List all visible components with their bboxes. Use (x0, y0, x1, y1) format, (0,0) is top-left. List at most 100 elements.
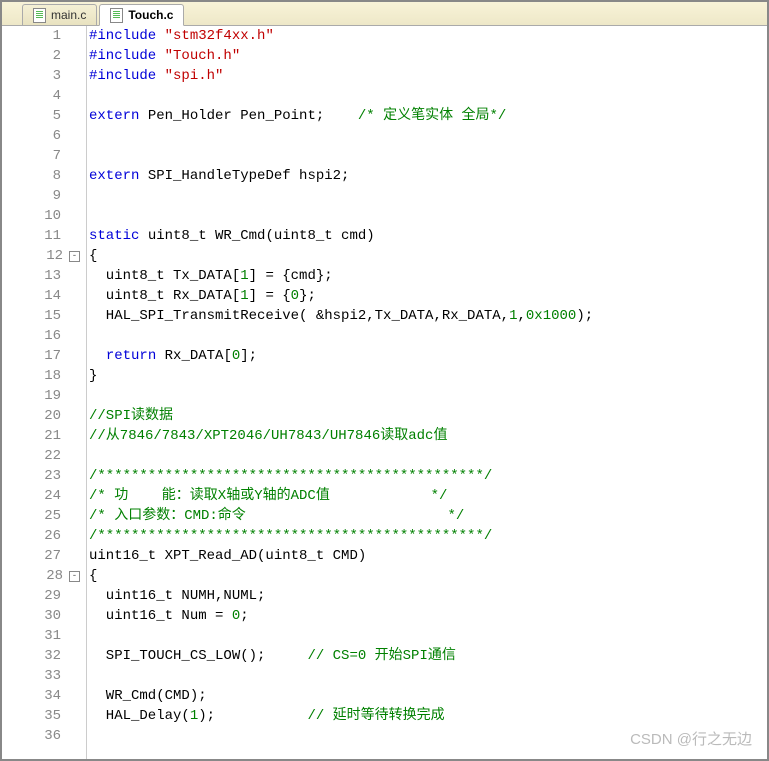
code-line[interactable]: uint8_t Tx_DATA[1] = {cmd}; (89, 266, 767, 286)
gutter-line: 28- (2, 566, 86, 586)
code-token: ); (198, 708, 307, 724)
code-token: ); (576, 308, 593, 324)
code-line[interactable] (89, 86, 767, 106)
code-line[interactable]: uint16_t XPT_Read_AD(uint8_t CMD) (89, 546, 767, 566)
code-token: ] = {cmd}; (249, 268, 333, 284)
code-token: /* 定义笔实体 全局*/ (358, 108, 506, 124)
gutter-line: 5 (2, 106, 86, 126)
tab-main-c[interactable]: main.c (22, 4, 97, 25)
code-token: uint8_t WR_Cmd(uint8_t cmd) (139, 228, 374, 244)
gutter-line: 16 (2, 326, 86, 346)
gutter-line: 10 (2, 206, 86, 226)
line-number: 36 (17, 728, 67, 744)
gutter-line: 11 (2, 226, 86, 246)
line-number: 31 (17, 628, 67, 644)
code-line[interactable]: extern SPI_HandleTypeDef hspi2; (89, 166, 767, 186)
code-line[interactable]: #include "stm32f4xx.h" (89, 26, 767, 46)
gutter-line: 17 (2, 346, 86, 366)
code-line[interactable] (89, 666, 767, 686)
code-line[interactable]: #include "Touch.h" (89, 46, 767, 66)
code-token: // CS=0 开始SPI通信 (307, 648, 455, 664)
code-line[interactable]: HAL_SPI_TransmitReceive( &hspi2,Tx_DATA,… (89, 306, 767, 326)
code-line[interactable]: extern Pen_Holder Pen_Point; /* 定义笔实体 全局… (89, 106, 767, 126)
code-token: HAL_Delay( (89, 708, 190, 724)
code-token: //从7846/7843/XPT2046/UH7843/UH7846读取adc值 (89, 428, 447, 444)
code-token: #include (89, 48, 165, 64)
code-line[interactable] (89, 126, 767, 146)
gutter-line: 33 (2, 666, 86, 686)
code-line[interactable] (89, 326, 767, 346)
code-token: return (106, 348, 156, 364)
code-line[interactable]: /* 入口参数：CMD:命令 */ (89, 506, 767, 526)
code-line[interactable]: /***************************************… (89, 466, 767, 486)
code-line[interactable]: #include "spi.h" (89, 66, 767, 86)
tab-touch-c[interactable]: Touch.c (99, 4, 184, 26)
code-line[interactable]: SPI_TOUCH_CS_LOW(); // CS=0 开始SPI通信 (89, 646, 767, 666)
gutter-line: 34 (2, 686, 86, 706)
code-line[interactable]: { (89, 566, 767, 586)
code-line[interactable]: //从7846/7843/XPT2046/UH7843/UH7846读取adc值 (89, 426, 767, 446)
code-token: /* 入口参数：CMD:命令 */ (89, 508, 464, 524)
code-line[interactable] (89, 206, 767, 226)
code-line[interactable]: HAL_Delay(1); // 延时等待转换完成 (89, 706, 767, 726)
code-line[interactable]: WR_Cmd(CMD); (89, 686, 767, 706)
code-line[interactable] (89, 446, 767, 466)
code-line[interactable]: uint16_t NUMH,NUML; (89, 586, 767, 606)
code-line[interactable] (89, 186, 767, 206)
code-token: SPI_TOUCH_CS_LOW(); (89, 648, 307, 664)
code-line[interactable]: /***************************************… (89, 526, 767, 546)
code-line[interactable] (89, 386, 767, 406)
fold-toggle[interactable]: - (69, 251, 80, 262)
gutter-line: 22 (2, 446, 86, 466)
code-line[interactable] (89, 146, 767, 166)
code-token: } (89, 368, 97, 384)
code-token: uint16_t XPT_Read_AD(uint8_t CMD) (89, 548, 366, 564)
code-token: 1 (240, 268, 248, 284)
line-number: 17 (17, 348, 67, 364)
gutter-line: 15 (2, 306, 86, 326)
code-line[interactable]: //SPI读数据 (89, 406, 767, 426)
code-token: uint16_t Num = (89, 608, 232, 624)
code-token: }; (299, 288, 316, 304)
code-token: static (89, 228, 139, 244)
code-line[interactable]: return Rx_DATA[0]; (89, 346, 767, 366)
line-number: 21 (17, 428, 67, 444)
fold-toggle[interactable]: - (69, 571, 80, 582)
line-number: 34 (17, 688, 67, 704)
code-token: , (517, 308, 525, 324)
file-icon (33, 8, 46, 23)
code-token: { (89, 568, 97, 584)
line-number-gutter: 123456789101112-131415161718192021222324… (2, 26, 87, 759)
code-line[interactable]: { (89, 246, 767, 266)
gutter-line: 26 (2, 526, 86, 546)
code-token: 0 (291, 288, 299, 304)
line-number: 1 (17, 28, 67, 44)
code-token: uint16_t NUMH,NUML; (89, 588, 265, 604)
code-content[interactable]: #include "stm32f4xx.h"#include "Touch.h"… (87, 26, 767, 759)
code-token: SPI_HandleTypeDef hspi2; (139, 168, 349, 184)
code-token: 1 (240, 288, 248, 304)
line-number: 16 (17, 328, 67, 344)
code-line[interactable]: uint8_t Rx_DATA[1] = {0}; (89, 286, 767, 306)
code-line[interactable] (89, 626, 767, 646)
line-number: 13 (17, 268, 67, 284)
code-line[interactable]: uint16_t Num = 0; (89, 606, 767, 626)
tab-bar: main.cTouch.c (2, 2, 767, 26)
code-line[interactable]: } (89, 366, 767, 386)
code-token: ; (240, 608, 248, 624)
code-token: "stm32f4xx.h" (165, 28, 274, 44)
code-line[interactable]: static uint8_t WR_Cmd(uint8_t cmd) (89, 226, 767, 246)
gutter-line: 35 (2, 706, 86, 726)
gutter-line: 9 (2, 186, 86, 206)
code-token: #include (89, 68, 165, 84)
line-number: 18 (17, 368, 67, 384)
gutter-line: 2 (2, 46, 86, 66)
code-token: HAL_SPI_TransmitReceive( &hspi2,Tx_DATA,… (89, 308, 509, 324)
line-number: 27 (17, 548, 67, 564)
code-token: 0 (232, 608, 240, 624)
code-line[interactable]: /* 功 能：读取X轴或Y轴的ADC值 */ (89, 486, 767, 506)
gutter-line: 6 (2, 126, 86, 146)
code-line[interactable] (89, 726, 767, 746)
line-number: 25 (17, 508, 67, 524)
code-token: //SPI读数据 (89, 408, 173, 424)
